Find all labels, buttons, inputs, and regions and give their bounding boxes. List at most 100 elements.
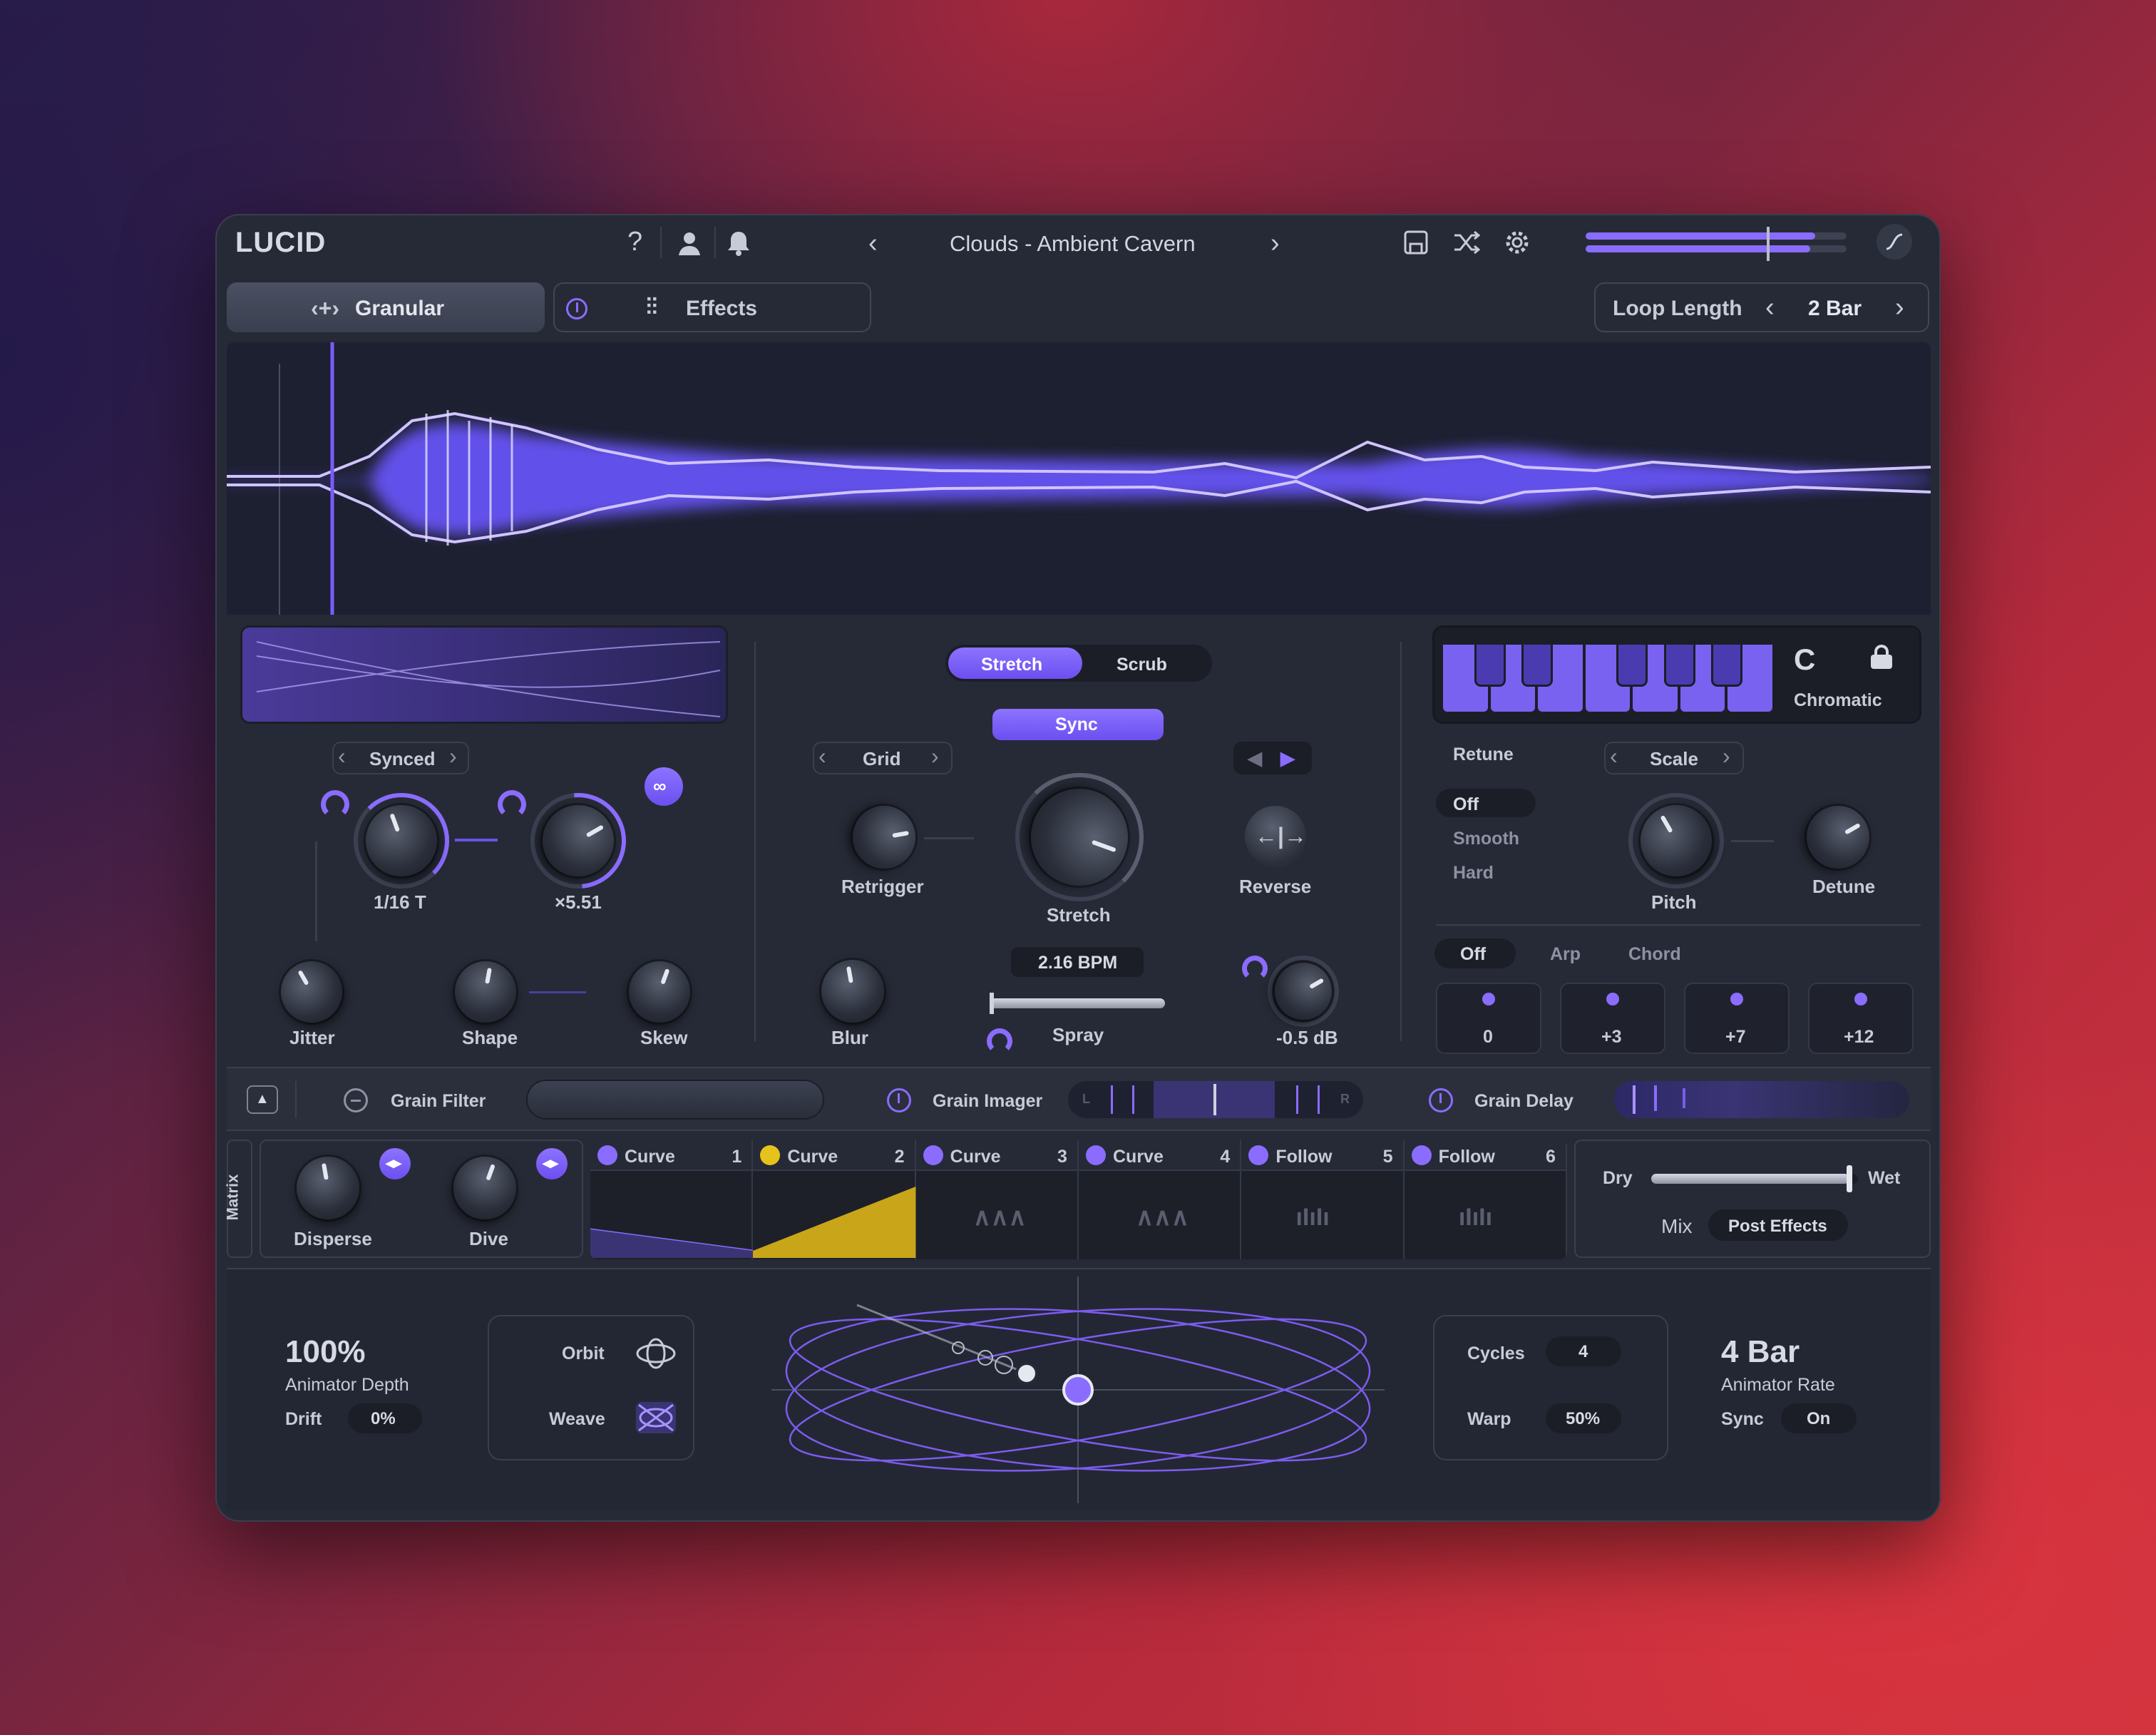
animator-orbit-display[interactable] [771, 1276, 1385, 1503]
mode-option-chord[interactable]: Chord [1628, 946, 1681, 963]
mode-option-off[interactable]: Off [1460, 946, 1486, 963]
retune-option-smooth[interactable]: Smooth [1453, 830, 1519, 848]
chevron-left-icon[interactable]: ‹ [1610, 744, 1618, 767]
curve-icon-button[interactable] [1877, 224, 1912, 260]
grid-selector[interactable]: ‹ Grid › [813, 742, 953, 774]
mod-slot[interactable]: Follow 6 ıIıIı [1404, 1140, 1567, 1259]
modulation-indicator[interactable] [321, 790, 349, 819]
grain-filter-label[interactable]: Grain Filter [391, 1092, 486, 1110]
bell-icon[interactable] [726, 230, 751, 257]
play-reverse-icon[interactable]: ◀ [1248, 749, 1262, 767]
power-icon[interactable] [566, 298, 587, 319]
meter-handle[interactable] [1767, 227, 1770, 261]
prev-preset-chevron-left-icon[interactable]: ‹ [868, 230, 878, 257]
shape-knob[interactable] [450, 956, 521, 1028]
detune-knob[interactable] [1795, 794, 1882, 881]
save-icon[interactable] [1403, 230, 1429, 255]
blur-knob[interactable] [816, 955, 889, 1028]
play-forward-icon[interactable]: ▶ [1280, 749, 1295, 767]
chevron-right-icon[interactable]: › [1895, 294, 1904, 321]
matrix-tab[interactable]: Matrix [223, 1140, 252, 1258]
loop-length-control[interactable]: Loop Length ‹ 2 Bar › [1594, 282, 1929, 332]
bpm-readout[interactable]: 2.16 BPM [1011, 947, 1144, 977]
chevron-left-icon[interactable]: ‹ [818, 744, 826, 767]
retune-option-selected[interactable] [1436, 789, 1536, 817]
spray-slider[interactable] [990, 993, 1165, 1014]
scrub-mode-label[interactable]: Scrub [1116, 656, 1167, 674]
black-key[interactable] [1713, 645, 1741, 685]
minus-circle-icon[interactable] [344, 1088, 368, 1112]
mod-slot[interactable]: Curve 3 ∧∧∧ [915, 1140, 1079, 1259]
disperse-mod-button[interactable]: ◂▸ [379, 1148, 411, 1179]
orbit-icon[interactable] [635, 1336, 677, 1371]
dive-mod-button[interactable]: ◂▸ [536, 1148, 568, 1179]
skew-knob[interactable] [620, 952, 699, 1032]
scale-selector[interactable]: ‹ Scale › [1604, 742, 1744, 774]
black-key[interactable] [1618, 645, 1646, 685]
interval-slot[interactable]: +12 [1808, 983, 1914, 1054]
interval-slot[interactable]: 0 [1436, 983, 1541, 1054]
preset-name[interactable]: Clouds - Ambient Cavern [950, 232, 1196, 255]
root-key[interactable]: C [1794, 645, 1815, 675]
mod-arrows-icon[interactable] [1411, 1145, 1432, 1165]
orbit-label[interactable]: Orbit [562, 1345, 605, 1363]
mode-option-arp[interactable]: Arp [1550, 946, 1581, 963]
chevron-left-icon[interactable]: ‹ [1765, 294, 1775, 321]
interval-slot[interactable]: +7 [1684, 983, 1790, 1054]
link-icon-button[interactable]: ∞ [645, 767, 683, 806]
interval-slot[interactable]: +3 [1560, 983, 1665, 1054]
sync-button[interactable]: Sync [992, 709, 1164, 740]
waveform-display[interactable] [227, 342, 1931, 615]
tab-effects[interactable]: ⫶⫶ Effects [553, 282, 871, 332]
spray-handle[interactable] [990, 993, 994, 1014]
shuffle-icon[interactable] [1453, 230, 1480, 255]
mix-mode-selector[interactable]: Post Effects [1708, 1209, 1848, 1241]
drift-value-box[interactable]: 0% [348, 1403, 422, 1433]
modulation-indicator[interactable] [987, 1028, 1012, 1054]
mod-arrows-icon[interactable] [1086, 1145, 1106, 1165]
lock-icon[interactable] [1871, 645, 1892, 669]
grain-imager-label[interactable]: Grain Imager [933, 1092, 1042, 1110]
mod-slot[interactable]: Curve 4 ∧∧∧ [1079, 1140, 1242, 1259]
chevron-right-icon[interactable]: › [1723, 744, 1730, 767]
reverse-button[interactable]: ←|→ [1245, 806, 1307, 867]
animator-rate-value[interactable]: 4 Bar [1721, 1336, 1800, 1368]
black-key[interactable] [1665, 645, 1693, 685]
next-preset-chevron-right-icon[interactable]: › [1270, 230, 1280, 257]
output-level-meter[interactable] [1586, 227, 1847, 261]
tab-granular[interactable]: ‹+› Granular [227, 282, 545, 332]
chevron-right-icon[interactable]: › [449, 744, 457, 767]
question-icon[interactable]: ? [627, 228, 642, 255]
cycles-value-box[interactable]: 4 [1546, 1336, 1621, 1366]
mod-slot[interactable]: Curve 1 [590, 1140, 754, 1259]
grain-envelope-display[interactable] [242, 628, 726, 722]
keyboard-keys[interactable] [1443, 645, 1775, 712]
chevron-left-icon[interactable]: ‹ [338, 744, 346, 767]
mod-slot[interactable]: Curve 2 [753, 1140, 916, 1259]
mix-slider[interactable] [1651, 1165, 1858, 1192]
keyboard[interactable] [1443, 645, 1775, 712]
black-key[interactable] [1476, 645, 1504, 685]
collapse-button[interactable]: ▲ [247, 1085, 278, 1114]
sync-value-box[interactable]: On [1781, 1403, 1857, 1433]
animator-depth-value[interactable]: 100% [285, 1336, 366, 1368]
mix-handle[interactable] [1847, 1165, 1853, 1192]
jitter-knob[interactable] [270, 950, 354, 1034]
modulation-indicator[interactable] [1242, 956, 1268, 981]
stretch-scrub-toggle[interactable]: Stretch Scrub [945, 645, 1212, 682]
mod-slot[interactable]: Follow 5 ıIıIı [1241, 1140, 1405, 1259]
retune-option-off[interactable]: Off [1453, 796, 1479, 814]
grain-delay-display[interactable] [1614, 1081, 1909, 1118]
chevron-right-icon[interactable]: › [931, 744, 939, 767]
mod-arrows-icon[interactable] [923, 1145, 943, 1165]
black-key[interactable] [1524, 645, 1551, 685]
weave-icon[interactable] [635, 1401, 677, 1435]
grain-mode-selector[interactable]: ‹ Synced › [332, 742, 469, 774]
grain-imager-display[interactable]: L R [1068, 1081, 1363, 1118]
modulation-indicator[interactable] [498, 790, 526, 819]
weave-label[interactable]: Weave [549, 1411, 605, 1428]
gain-knob[interactable] [1264, 952, 1343, 1030]
grain-filter-display[interactable] [528, 1081, 823, 1118]
warp-value-box[interactable]: 50% [1546, 1403, 1621, 1433]
retune-option-hard[interactable]: Hard [1453, 864, 1494, 882]
